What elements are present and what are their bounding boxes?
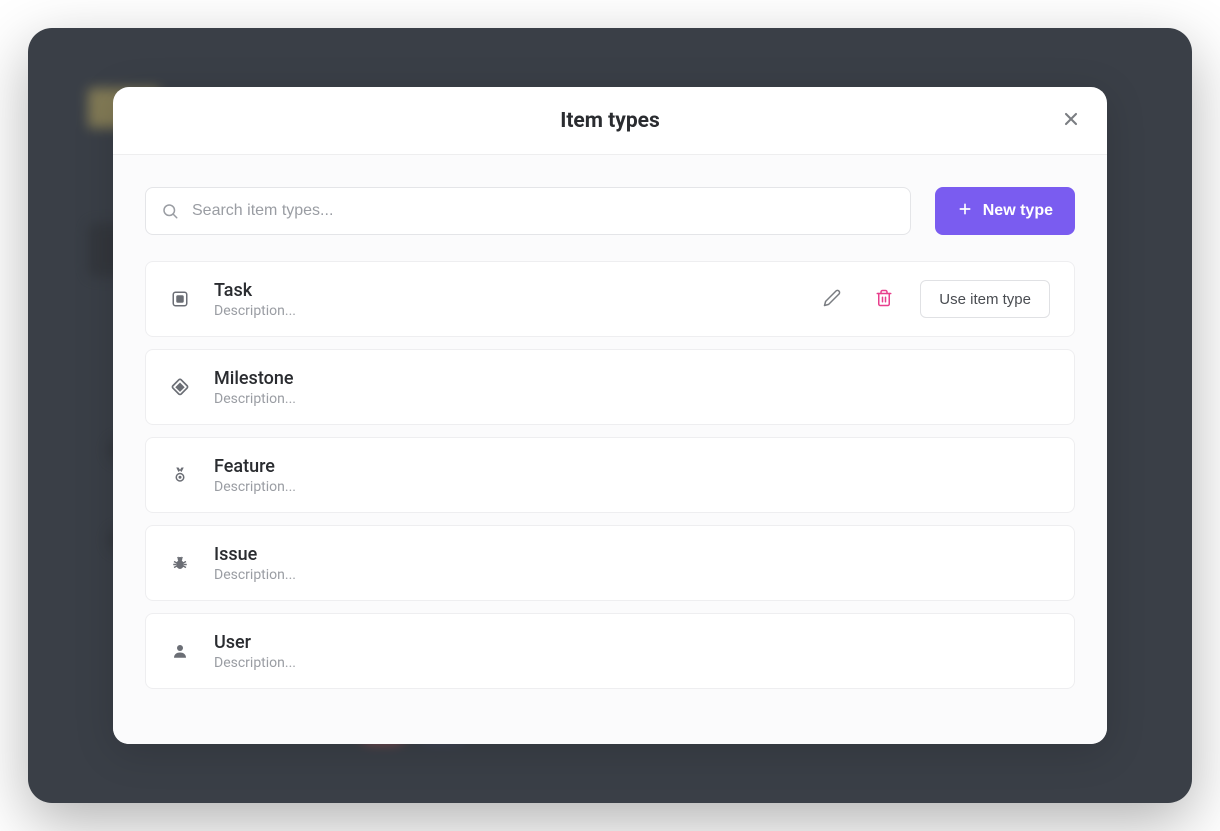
- item-description: Description...: [214, 479, 1050, 495]
- plus-icon: [957, 201, 973, 222]
- toolbar: New type: [145, 187, 1075, 235]
- new-type-label: New type: [983, 202, 1053, 220]
- item-description: Description...: [214, 391, 1050, 407]
- item-text: Milestone Description...: [214, 368, 1050, 407]
- item-text: User Description...: [214, 632, 1050, 671]
- pencil-icon: [823, 289, 841, 310]
- delete-button[interactable]: [868, 283, 900, 315]
- item-name: Milestone: [214, 368, 1050, 389]
- diamond-icon: [170, 377, 190, 397]
- item-text: Task Description...: [214, 280, 792, 319]
- item-list: Task Description... Use item type: [145, 261, 1075, 689]
- item-row-issue[interactable]: Issue Description...: [145, 525, 1075, 601]
- search-icon: [161, 202, 179, 220]
- item-description: Description...: [214, 567, 1050, 583]
- close-button[interactable]: [1055, 105, 1087, 137]
- item-text: Issue Description...: [214, 544, 1050, 583]
- item-row-user[interactable]: User Description...: [145, 613, 1075, 689]
- item-description: Description...: [214, 303, 792, 319]
- item-name: Task: [214, 280, 792, 301]
- bug-icon: [170, 553, 190, 573]
- search-wrap: [145, 187, 911, 235]
- modal-body: New type Task Description...: [113, 155, 1107, 744]
- user-icon: [170, 641, 190, 661]
- modal-header: Item types: [113, 87, 1107, 155]
- medal-icon: [170, 465, 190, 485]
- use-item-type-button[interactable]: Use item type: [920, 280, 1050, 318]
- item-description: Description...: [214, 655, 1050, 671]
- modal-title: Item types: [560, 109, 660, 133]
- item-types-modal: Item types New type: [113, 87, 1107, 744]
- item-name: Feature: [214, 456, 1050, 477]
- close-icon: [1061, 109, 1081, 132]
- item-row-task[interactable]: Task Description... Use item type: [145, 261, 1075, 337]
- item-row-milestone[interactable]: Milestone Description...: [145, 349, 1075, 425]
- item-name: Issue: [214, 544, 1050, 565]
- item-actions: Use item type: [816, 280, 1050, 318]
- item-text: Feature Description...: [214, 456, 1050, 495]
- new-type-button[interactable]: New type: [935, 187, 1075, 235]
- search-input[interactable]: [145, 187, 911, 235]
- trash-icon: [875, 289, 893, 310]
- item-row-feature[interactable]: Feature Description...: [145, 437, 1075, 513]
- item-name: User: [214, 632, 1050, 653]
- square-icon: [170, 289, 190, 309]
- edit-button[interactable]: [816, 283, 848, 315]
